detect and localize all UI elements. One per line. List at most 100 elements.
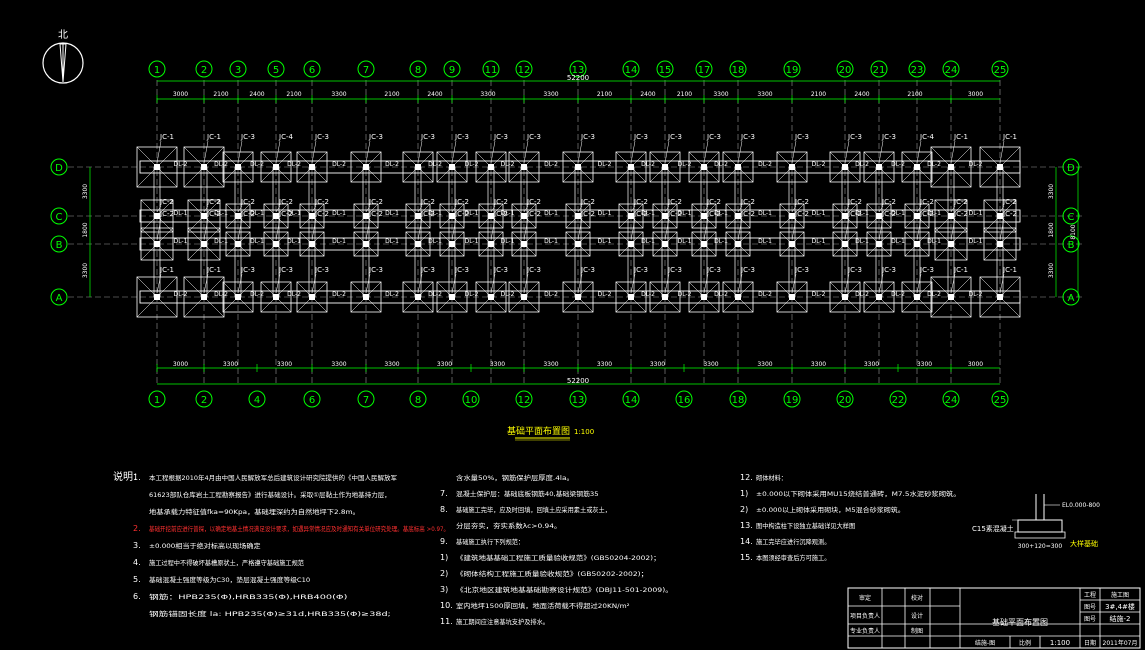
footing-label: JC-2 (633, 198, 648, 206)
footing-label: JC-3 (881, 133, 896, 141)
dimension-value: 2100 (384, 91, 399, 98)
axis-label: 6 (309, 395, 315, 406)
beam-label: DL-2 (758, 161, 772, 168)
note-text: ±0.000以上砌体采用砌块，M5混合砂浆砌筑。 (756, 505, 905, 514)
beam-label: DL-2 (678, 291, 692, 298)
axis-label: 2 (201, 65, 207, 76)
column (842, 241, 848, 247)
axis-label: 14 (625, 65, 638, 76)
column (876, 241, 882, 247)
beam-label: DL-2 (641, 291, 655, 298)
beam-label: DL-2 (927, 161, 941, 168)
footing-label: JC-3 (706, 133, 721, 141)
axis-label: 7 (363, 65, 369, 76)
footing-label: JC-2 (420, 198, 435, 206)
column (997, 241, 1003, 247)
footing-label: JC-1 (1002, 133, 1017, 141)
footing-label: JC-2 (633, 210, 648, 218)
dimension-value: 3300 (703, 361, 718, 368)
dimension-value: 2100 (597, 91, 612, 98)
note-text: 基础开挖前应进行普探，以确定地基土情况满足设计要求，如遇异常情况应及时通知有关单… (149, 524, 449, 533)
footing-label: JC-2 (206, 210, 221, 218)
dimension-value: 3000 (968, 91, 983, 98)
beam-label: DL-1 (758, 210, 772, 217)
footing-label: JC-3 (314, 133, 329, 141)
dimension-value: 3300 (597, 361, 612, 368)
axis-label: 24 (945, 395, 958, 406)
footing-label: JC-1 (206, 133, 221, 141)
tb-draw-label: 制图 (911, 627, 923, 635)
axis-label: 8 (415, 65, 421, 76)
footing-label: JC-3 (526, 266, 541, 274)
tb-scale-value: 1:100 (1050, 639, 1070, 647)
note-number: 8. (440, 505, 448, 514)
beam-label: DL-2 (385, 291, 399, 298)
beam-label: DL-2 (214, 291, 228, 298)
beam-label: DL-2 (812, 291, 826, 298)
axis-label: C (1068, 212, 1075, 223)
footing-label: JC-2 (1002, 198, 1017, 206)
axis-label: B (1068, 240, 1075, 251)
dimension-value: 2100 (811, 91, 826, 98)
tb-no-value: 3#,4#楼 (1105, 602, 1135, 611)
axis-label: 23 (911, 65, 924, 76)
detail-dim: 300+120=300 (1018, 543, 1063, 550)
dimension-value: 2400 (249, 91, 264, 98)
beam-label: DL-2 (812, 161, 826, 168)
footing-label: JC-2 (919, 198, 934, 206)
column (948, 241, 954, 247)
axis-label: 20 (839, 65, 852, 76)
column (415, 241, 421, 247)
footing-label: JC-3 (420, 133, 435, 141)
note-number: 10. (440, 601, 453, 610)
note-text: 施工期间应注意基坑支护及排水。 (456, 617, 549, 626)
axis-label: 8 (415, 395, 421, 406)
dimension-value: 3300 (757, 91, 772, 98)
footing-label: JC-2 (794, 210, 809, 218)
beam-label: DL-1 (598, 238, 612, 245)
side-dimension-value: 1800 (1048, 222, 1055, 237)
footing-label: JC-2 (580, 198, 595, 206)
footing-label: JC-2 (847, 198, 862, 206)
beam-label: DL-2 (332, 291, 346, 298)
beam-label: DL-1 (501, 238, 515, 245)
axis-label: A (1068, 293, 1075, 304)
beam-label: DL-1 (598, 210, 612, 217)
dimension-value: 3300 (650, 361, 665, 368)
footing-label: JC-1 (206, 266, 221, 274)
side-dimension-value: 3300 (82, 263, 89, 278)
note-text: 基础施工执行下列规范： (456, 537, 524, 546)
footing-label: JC-1 (953, 133, 968, 141)
note-text: 含水量50%，钢筋保护层厚度.4la。 (456, 473, 574, 482)
beam-label: DL-2 (544, 161, 558, 168)
tb-proj-value: 施工图 (1111, 591, 1129, 599)
beam-label: DL-2 (287, 291, 301, 298)
tb-sheet-value: 结施-2 (1110, 614, 1131, 623)
beam-label: DL-1 (927, 238, 941, 245)
footing-label: JC-3 (706, 266, 721, 274)
footing-label: JC-2 (240, 198, 255, 206)
tb-date-value: 2011年07月 (1103, 639, 1138, 647)
footing-label: JC-2 (420, 210, 435, 218)
dimension-value: 2100 (213, 91, 228, 98)
footing-label: JC-3 (493, 133, 508, 141)
column (235, 241, 241, 247)
beam-label: DL-2 (501, 161, 515, 168)
side-dimension-value: 3300 (1048, 184, 1055, 199)
axis-label: 7 (363, 395, 369, 406)
axis-label: 1 (154, 65, 160, 76)
tb-sheet-label: 图号 (1084, 616, 1096, 623)
beam-label: DL-2 (501, 291, 515, 298)
beam-label: DL-1 (287, 238, 301, 245)
dimension-value: 3300 (864, 361, 879, 368)
footing-label: JC-2 (881, 210, 896, 218)
north-label: 北 (58, 29, 68, 41)
beam-label: DL-2 (465, 161, 479, 168)
dimension-value: 3300 (713, 91, 728, 98)
side-dimension-total: 8100 (1070, 224, 1077, 239)
note-number: 15. (740, 553, 753, 562)
tb-date-label: 日期 (1084, 639, 1096, 647)
footing-label: JC-2 (240, 210, 255, 218)
note-number: 2) (440, 569, 448, 578)
axis-label: 18 (732, 65, 745, 76)
